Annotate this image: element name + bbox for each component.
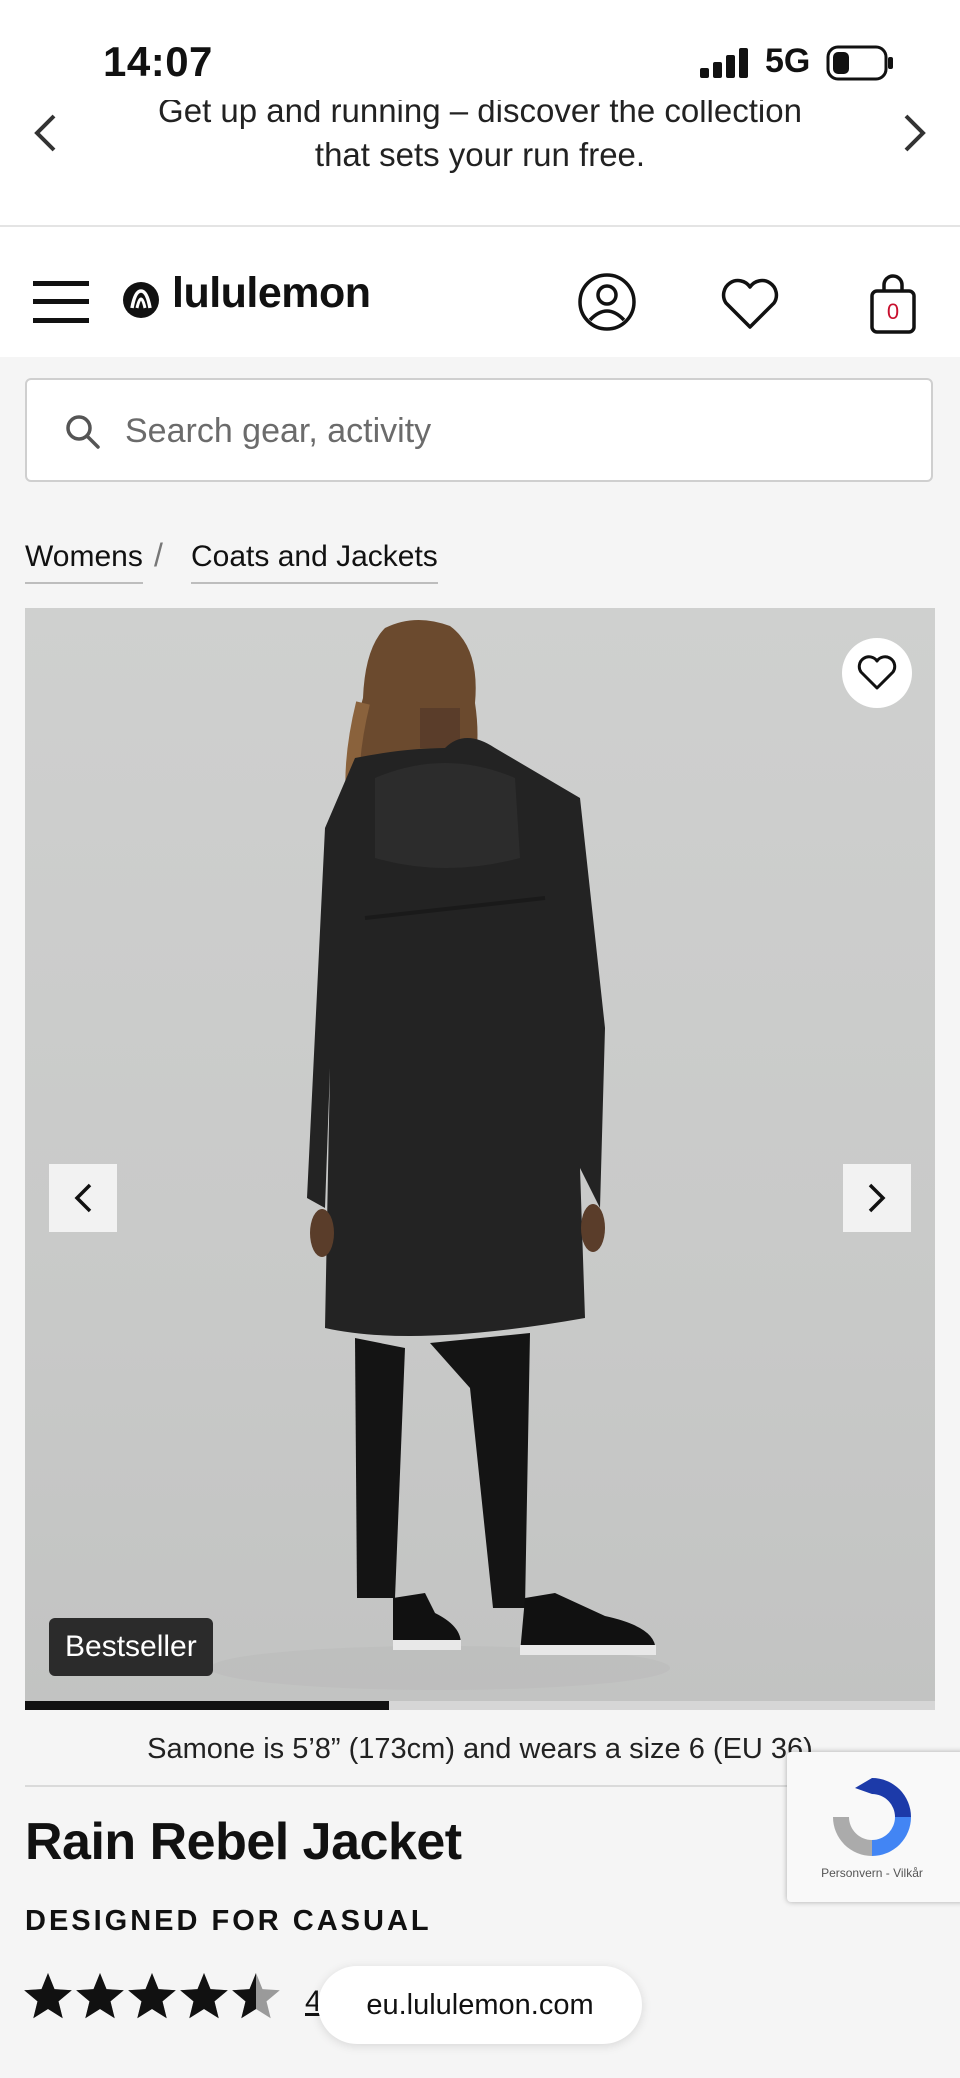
- status-time: 14:07: [103, 38, 213, 85]
- promo-prev-button[interactable]: [22, 110, 68, 156]
- cart-button[interactable]: 0: [869, 273, 917, 335]
- chevron-right-icon: [904, 114, 926, 152]
- star-icon: [180, 1973, 228, 2019]
- url-text: eu.lululemon.com: [366, 1988, 594, 2021]
- menu-icon[interactable]: [33, 281, 89, 323]
- gallery-progress-bar: [25, 1701, 935, 1710]
- cart-count: 0: [886, 299, 900, 324]
- lululemon-logo-icon[interactable]: [122, 281, 160, 319]
- recaptcha-logo-icon: [833, 1778, 911, 1856]
- gallery-next-button[interactable]: [843, 1164, 911, 1232]
- brand-name[interactable]: lululemon: [172, 269, 371, 318]
- site-header: lululemon 0: [0, 227, 960, 357]
- battery-icon: [826, 45, 893, 81]
- breadcrumb-separator: /: [154, 537, 163, 573]
- recaptcha-links[interactable]: Personvern - Vilkår: [787, 1866, 957, 1880]
- account-icon[interactable]: [577, 272, 637, 332]
- gallery-prev-button[interactable]: [49, 1164, 117, 1232]
- browser-url-bar[interactable]: eu.lululemon.com: [318, 1966, 642, 2044]
- product-title: Rain Rebel Jacket: [25, 1813, 462, 1871]
- star-icon: [128, 1973, 176, 2019]
- gallery-progress-fill: [25, 1701, 389, 1710]
- network-label: 5G: [765, 42, 811, 80]
- promo-banner: Get up and running – discover the collec…: [0, 100, 960, 227]
- recaptcha-badge[interactable]: Personvern - Vilkår: [787, 1752, 960, 1902]
- promo-line-2: that sets your run free.: [314, 136, 646, 173]
- promo-line-1: Get up and running – discover the collec…: [158, 100, 802, 129]
- promo-next-button[interactable]: [892, 110, 938, 156]
- chevron-right-icon: [868, 1183, 886, 1213]
- breadcrumb-womens[interactable]: Womens: [25, 540, 143, 584]
- search-input[interactable]: Search gear, activity: [25, 378, 933, 482]
- status-bar: 14:07 5G: [0, 0, 960, 100]
- model-figure: [210, 619, 670, 1690]
- product-image[interactable]: Bestseller: [25, 608, 935, 1710]
- wishlist-icon[interactable]: [720, 277, 780, 331]
- breadcrumb-coats-and-jackets[interactable]: Coats and Jackets: [191, 540, 438, 584]
- heart-icon: [857, 655, 897, 690]
- chevron-left-icon: [34, 114, 56, 152]
- search-placeholder: Search gear, activity: [125, 412, 432, 450]
- star-icon: [76, 1973, 124, 2019]
- product-tagline: DESIGNED FOR CASUAL: [25, 1905, 432, 1937]
- add-to-wishlist-button[interactable]: [842, 638, 912, 708]
- star-icon: [24, 1973, 72, 2019]
- rating-stars[interactable]: [22, 1970, 284, 2026]
- bestseller-badge: Bestseller: [49, 1618, 213, 1676]
- chevron-left-icon: [74, 1183, 92, 1213]
- signal-icon: [700, 48, 748, 78]
- search-icon: [66, 415, 100, 449]
